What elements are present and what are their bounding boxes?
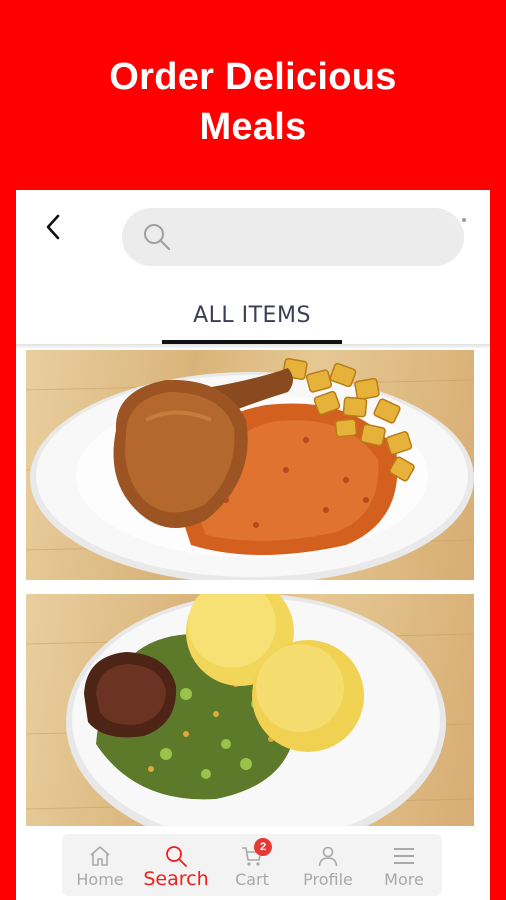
nav-search-label: Search bbox=[143, 868, 209, 890]
tab-all-items[interactable]: ALL ITEMS bbox=[162, 286, 342, 344]
search-icon bbox=[166, 846, 187, 867]
tab-all-items-label: ALL ITEMS bbox=[193, 302, 311, 328]
nav-home-label: Home bbox=[76, 870, 124, 889]
menu-dot bbox=[462, 218, 466, 222]
bottom-nav-bar: Home Search 2 Cart Profile More bbox=[62, 834, 442, 896]
nav-search[interactable]: Search bbox=[138, 834, 214, 896]
search-input[interactable] bbox=[180, 228, 440, 246]
nav-profile-label: Profile bbox=[303, 870, 353, 889]
promo-title-line-2: Meals bbox=[199, 106, 307, 148]
meal-card[interactable] bbox=[26, 350, 474, 580]
search-bar[interactable] bbox=[122, 208, 464, 266]
bottom-nav: Home Search 2 Cart Profile More bbox=[16, 828, 490, 900]
meal-list[interactable] bbox=[26, 350, 474, 830]
cart-count-badge: 2 bbox=[254, 838, 272, 856]
promo-title-line-1: Order Delicious bbox=[109, 56, 397, 98]
tab-bar: ALL ITEMS bbox=[16, 286, 490, 348]
nav-cart-label: Cart bbox=[235, 870, 269, 889]
nav-home[interactable]: Home bbox=[62, 834, 138, 896]
nav-more-label: More bbox=[384, 870, 424, 889]
promo-title: Order Delicious Meals bbox=[0, 52, 506, 152]
nav-more[interactable]: More bbox=[366, 834, 442, 896]
nav-profile[interactable]: Profile bbox=[290, 834, 366, 896]
app-screen: ALL ITEMS Home Search 2 Cart Profile Mor… bbox=[16, 190, 490, 900]
meal-image bbox=[26, 594, 474, 826]
search-icon bbox=[144, 224, 171, 251]
tab-divider bbox=[16, 344, 490, 348]
nav-cart[interactable]: 2 Cart bbox=[214, 834, 290, 896]
meal-card[interactable] bbox=[26, 594, 474, 826]
meal-image bbox=[26, 357, 474, 580]
chevron-left-icon bbox=[46, 214, 60, 240]
back-button[interactable] bbox=[38, 212, 68, 242]
profile-icon bbox=[318, 846, 338, 867]
menu-icon bbox=[394, 848, 414, 864]
home-icon bbox=[90, 846, 110, 866]
